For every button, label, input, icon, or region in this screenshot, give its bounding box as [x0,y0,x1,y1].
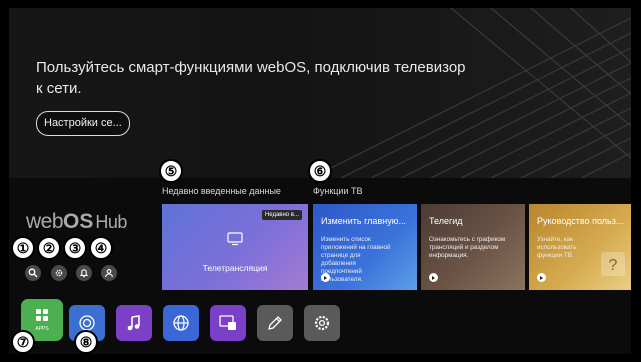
hero-banner: Пользуйтесь смарт-функциями webOS, подкл… [9,8,631,178]
globe-icon [173,315,189,331]
function-card-description: Узнайте, как использовать функции ТВ. [537,236,577,259]
search-icon [28,268,38,278]
arrow-icon [321,273,330,282]
tv-functions-label: Функции ТВ [313,186,363,196]
svg-text:?: ? [609,257,618,274]
screen: Пользуйтесь смарт-функциями webOS, подкл… [0,0,641,362]
recent-badge: Недавно в... [261,210,302,220]
callout-marker-7: ⑦ [11,330,35,354]
hero-message: Пользуйтесь смарт-функциями webOS, подкл… [36,59,466,97]
screen-share-icon [219,315,236,330]
recent-input-card[interactable]: Недавно в... Телетрансляция [162,204,308,290]
app-screen-share[interactable] [210,305,246,341]
callout-marker-5: ⑤ [159,159,183,183]
notifications-button[interactable] [76,265,92,281]
gear-icon [55,269,63,277]
function-card-description: Изменить список приложений на главной ст… [321,236,391,283]
function-card-description: Ознакомьтесь с графиком трансляций и раз… [429,236,506,259]
callout-marker-1: ① [11,236,35,260]
arrow-icon [429,273,438,282]
account-button[interactable] [101,265,117,281]
callout-marker-3: ③ [63,236,87,260]
function-card-title: Изменить главную... [321,216,406,226]
apps-grid-icon [36,309,48,321]
tv-icon [227,232,243,246]
app-browser[interactable] [163,305,199,341]
search-button[interactable] [25,265,41,281]
callout-marker-2: ② [37,236,61,260]
callout-marker-4: ④ [89,236,113,260]
bell-icon [79,269,89,278]
settings-quick-button[interactable] [51,265,67,281]
callout-marker-8: ⑧ [74,330,98,354]
webos-hub-logo: webOS Hub [26,210,127,233]
settings-icon [314,315,330,331]
function-card-title: Телегид [429,216,463,226]
function-card-user-guide[interactable]: Руководство польз... Узнайте, как исполь… [529,204,631,290]
user-icon [105,269,113,278]
callout-marker-6: ⑥ [308,159,332,183]
function-card-tv-guide[interactable]: Телегид Ознакомьтесь с графиком трансляц… [421,204,525,290]
app-edit[interactable] [257,305,293,341]
function-card-edit-home[interactable]: Изменить главную... Изменить список прил… [313,204,417,290]
recent-inputs-label: Недавно введенные данные [162,186,281,196]
arrow-icon [537,273,546,282]
pencil-icon [268,316,282,330]
question-icon: ? [601,252,625,276]
app-settings[interactable] [304,305,340,341]
recent-card-title: Телетрансляция [202,263,268,273]
function-card-title: Руководство польз... [537,216,624,226]
network-settings-button[interactable]: Настройки се... [36,111,130,136]
app-music[interactable] [116,305,152,341]
music-icon [127,315,140,331]
